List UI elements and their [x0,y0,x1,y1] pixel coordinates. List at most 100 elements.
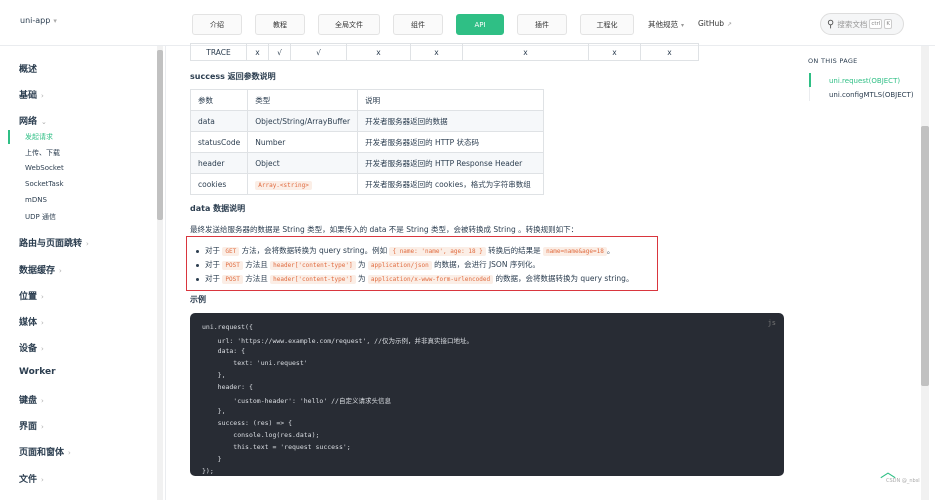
inline-code: POST [222,275,243,284]
chevron-down-icon: ▾ [681,22,685,29]
success-params-table: 参数 类型 说明 data Object/String/ArrayBuffer … [189,89,545,195]
sidebar-item-basic[interactable]: 基础 › [19,88,44,101]
brand-selector[interactable]: uni-app ▾ [20,16,57,25]
sidebar-item-files[interactable]: 文件 › [19,472,44,485]
chevron-right-icon: › [59,267,62,275]
sidebar-item-label: 路由与页面跳转 [19,239,83,249]
kbd-k: K [884,19,892,29]
toc-active-indicator [809,73,811,87]
external-link-icon: ↗ [727,21,733,28]
bullet-text: 。 [606,246,615,255]
sidebar-item-routing[interactable]: 路由与页面跳转 › [19,236,89,249]
page-scrollbar-thumb[interactable] [921,126,929,386]
nav-components[interactable]: 组件 [393,14,443,35]
inline-code: { name: 'name', age: 18 } [389,247,486,256]
sidebar-sub-request[interactable]: 发起请求 [25,132,53,142]
list-item: 对于 GET 方法，会将数据转换为 query string。例如 { name… [196,245,614,256]
table-cell: statusCode [189,131,249,153]
table-cell: Object/String/ArrayBuffer [247,110,359,132]
code-line: this.text = 'request success'; [202,443,351,451]
table-cell: x [462,43,589,61]
bullet-text: 方法且 [245,260,268,269]
sidebar-sub-upload-download[interactable]: 上传、下载 [25,148,60,158]
table-cell: cookies [189,173,249,195]
search-box[interactable]: ⚲ 搜索文档 ctrl K [820,13,904,35]
sidebar: 概述 基础 › 网络 ⌄ 发起请求 上传、下载 WebSocket SocketTa… [0,46,166,500]
table-cell: Number [247,131,359,153]
chevron-right-icon: › [68,449,71,457]
code-line: } [202,455,222,463]
table-cell: header [189,152,249,174]
sidebar-item-overview[interactable]: 概述 [19,62,37,75]
data-paragraph: 最终发送给服务器的数据是 String 类型，如果传入的 data 不是 Str… [190,225,579,234]
table-header-cell: 说明 [357,89,545,111]
toc-item-request[interactable]: uni.request(OBJECT) [829,77,900,85]
table-cell: data [189,110,249,132]
inline-code: GET [222,247,240,256]
code-line: uni.request({ [202,323,253,331]
code-line: console.log(res.data); [202,431,320,439]
chevron-down-icon: ⌄ [41,118,47,126]
sidebar-item-location[interactable]: 位置 › [19,289,44,302]
success-heading: success 返回参数说明 [190,72,276,81]
table-row: data Object/String/ArrayBuffer 开发者服务器返回的… [189,110,545,132]
list-item: 对于 POST 方法且 header['content-type'] 为 app… [196,259,540,270]
sidebar-item-pages-windows[interactable]: 页面和窗体 › [19,445,71,458]
bullet-text: 转换后的结果是 [488,246,541,255]
code-line: 'custom-header': 'hello' //自定义请求头信息 [202,397,391,405]
active-indicator [8,130,10,144]
chevron-right-icon: › [41,92,44,100]
toc-item-configmtls[interactable]: uni.configMTLS(OBJECT) [829,91,914,99]
chevron-right-icon: › [41,345,44,353]
sidebar-item-label: 概述 [19,65,38,75]
table-cell: 开发者服务器返回的 HTTP 状态码 [357,131,545,153]
sidebar-item-ui[interactable]: 界面 › [19,419,44,432]
table-cell: x [246,43,269,61]
sidebar-item-worker[interactable]: Worker [19,367,56,377]
table-cell: x [588,43,641,61]
nav-other-specs[interactable]: 其他规范 ▾ [648,19,684,30]
inline-code: application/x-www-form-urlencoded [367,275,494,284]
chevron-right-icon: › [41,423,44,431]
inline-code: name=name&age=18 [543,247,607,256]
nav-plugins[interactable]: 插件 [517,14,567,35]
bullet-text: 为 [358,260,366,269]
nav-github[interactable]: GitHub ↗ [698,19,732,28]
sidebar-item-label: Worker [19,367,56,377]
nav-api[interactable]: API [456,14,504,35]
sidebar-sub-mdns[interactable]: mDNS [25,196,47,204]
nav-tutorial[interactable]: 教程 [255,14,305,35]
table-row: statusCode Number 开发者服务器返回的 HTTP 状态码 [189,131,545,153]
top-navbar: uni-app ▾ 介绍 教程 全局文件 组件 API 插件 工程化 其他规范 ▾ … [0,0,935,46]
inline-code: Array.<string> [255,180,312,190]
nav-intro[interactable]: 介绍 [192,14,242,35]
nav-engineering[interactable]: 工程化 [580,14,634,35]
code-line: data: { [202,347,246,355]
sidebar-sub-websocket[interactable]: WebSocket [25,164,64,172]
bullet-text: 对于 [205,246,220,255]
sidebar-item-media[interactable]: 媒体 › [19,315,44,328]
example-heading: 示例 [190,295,206,304]
bullet-text: 对于 [205,274,220,283]
sidebar-item-keyboard[interactable]: 键盘 › [19,393,44,406]
bullet-text: 的数据，会进行 JSON 序列化。 [434,260,540,269]
table-cell: Array.<string> [247,173,359,195]
bullet-dot [196,249,199,253]
nav-global-files[interactable]: 全局文件 [318,14,380,35]
sidebar-item-storage[interactable]: 数据缓存 › [19,263,62,276]
table-cell: √ [290,43,347,61]
code-lang-label[interactable]: js [768,319,776,327]
method-support-table: TRACE x √ √ x x x x x [190,43,699,61]
sidebar-item-device[interactable]: 设备 › [19,341,44,354]
sidebar-sub-udp[interactable]: UDP 通信 [25,212,56,222]
table-cell: x [640,43,699,61]
chevron-right-icon: › [41,319,44,327]
table-cell: x [410,43,463,61]
chevron-right-icon: › [41,397,44,405]
sidebar-item-network[interactable]: 网络 ⌄ [19,114,47,127]
table-cell: 开发者服务器返回的 cookies，格式为字符串数组 [357,173,545,195]
bullet-text: 为 [358,274,366,283]
sidebar-sub-sockettask[interactable]: SocketTask [25,180,64,188]
sidebar-item-label: 页面和窗体 [19,448,65,458]
sidebar-scrollbar-thumb[interactable] [157,50,163,220]
